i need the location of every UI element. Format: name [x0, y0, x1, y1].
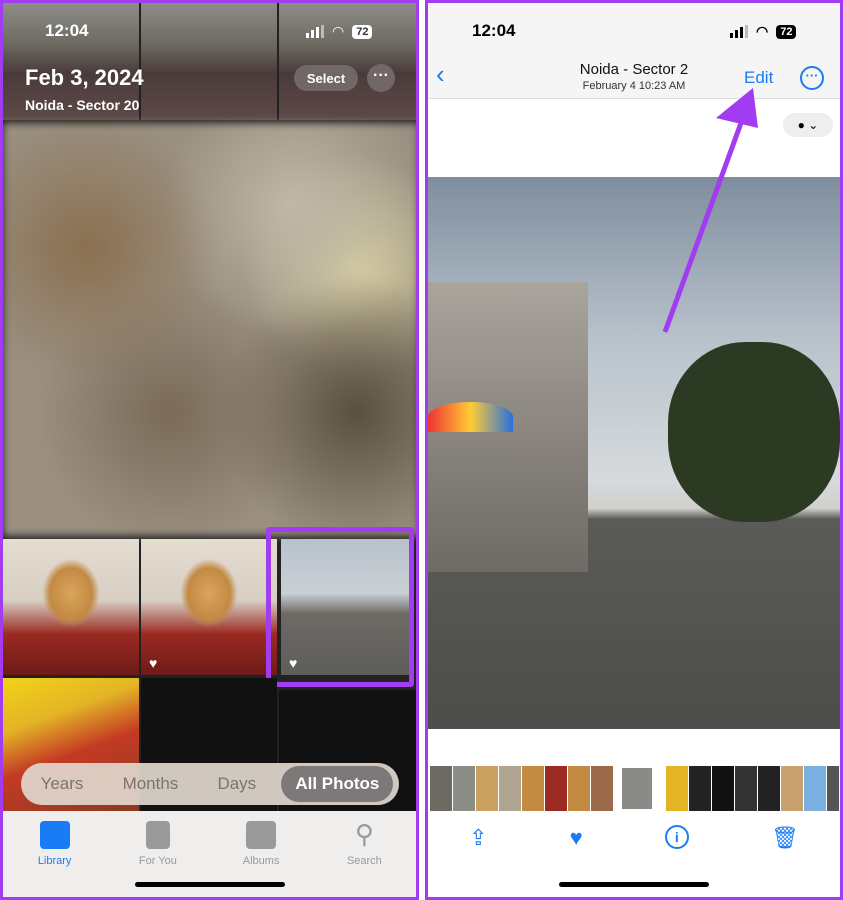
- arrow-head: [716, 88, 758, 128]
- arrow-shaft: [662, 111, 748, 333]
- annotation-arrow: [662, 88, 758, 333]
